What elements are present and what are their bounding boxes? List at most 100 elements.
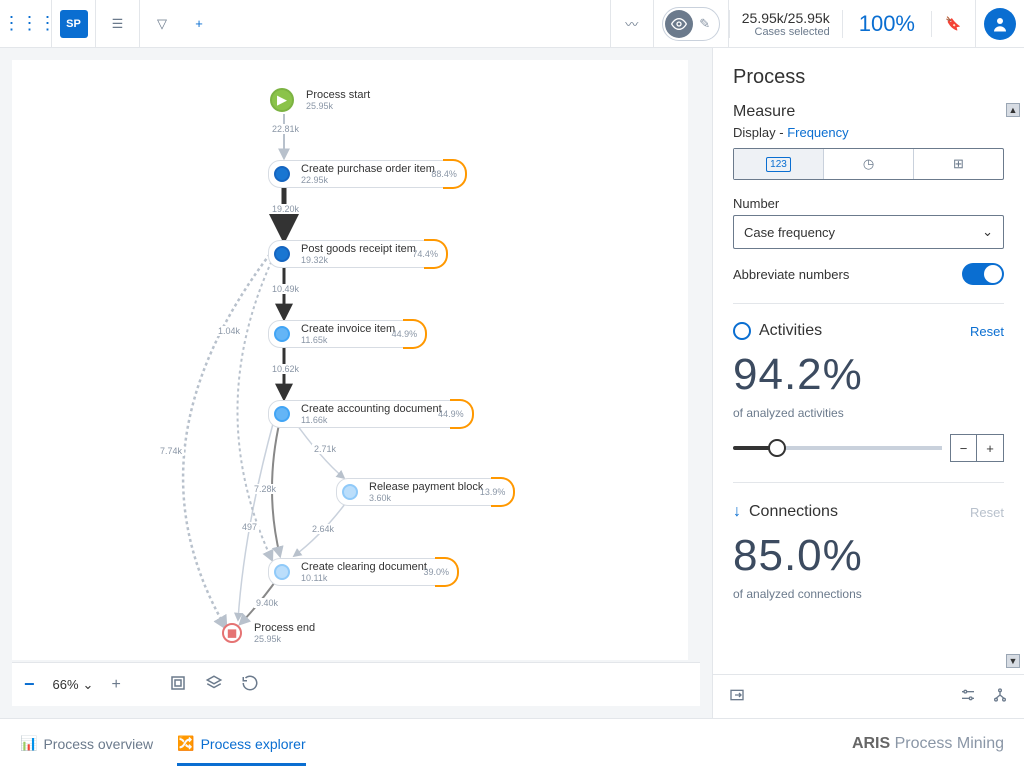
process-canvas[interactable]: ▶ Process start25.95k Create purchase or… — [12, 60, 688, 660]
stop-icon: ◼ — [222, 623, 242, 643]
cases-count: 25.95k/25.95k — [742, 10, 830, 26]
bookmark-icon: 🔖 — [945, 16, 961, 32]
arrow-down-icon: ↓ — [733, 503, 741, 521]
hamburger-icon: ☰ — [112, 16, 124, 32]
node-purchase-order[interactable]: Create purchase order item22.95k88.4% — [274, 160, 466, 188]
node-dot-icon — [274, 326, 290, 342]
edge-label: 10.49k — [270, 284, 301, 294]
node-start[interactable]: ▶ Process start25.95k — [270, 88, 370, 112]
number-icon: 123 — [766, 157, 791, 172]
activities-stepper[interactable]: −+ — [950, 434, 1004, 462]
decrement-button[interactable]: − — [951, 435, 977, 461]
node-accounting-doc[interactable]: Create accounting document11.66k44.9% — [274, 400, 473, 428]
panel-body: ▲ Measure Display - Frequency 123 ◷ ⊞ Nu… — [713, 103, 1024, 674]
node-goods-receipt[interactable]: Post goods receipt item19.32k74.4% — [274, 240, 447, 268]
pencil-icon: ✎ — [693, 12, 717, 36]
main: ▶ Process start25.95k Create purchase or… — [0, 48, 1024, 718]
canvas-toolbar: − 66% ⌄ + — [12, 662, 700, 706]
cases-info: 25.95k/25.95k Cases selected — [729, 10, 843, 38]
sp-badge: SP — [60, 10, 88, 38]
scroll-down-button[interactable]: ▼ — [1006, 654, 1020, 668]
node-payment-block[interactable]: Release payment block3.60k13.9% — [342, 478, 514, 506]
measure-title: Measure — [733, 103, 1004, 121]
chart-icon: 📊 — [20, 735, 37, 752]
topbar: ⋮⋮⋮ SP ☰ ▽ + 〰 ✎ 25.95k/25.95k Cases sel… — [0, 0, 1024, 48]
scroll-up-button[interactable]: ▲ — [1006, 103, 1020, 117]
activities-sub: of analyzed activities — [733, 406, 1004, 420]
edge-label: 7.74k — [158, 446, 184, 456]
clock-icon: ◷ — [863, 156, 874, 172]
apps-button[interactable]: ⋮⋮⋮ — [8, 0, 52, 48]
expand-button[interactable] — [729, 687, 745, 706]
plus-icon: + — [195, 16, 203, 31]
node-dot-icon — [274, 564, 290, 580]
mode-table[interactable]: ⊞ — [914, 149, 1003, 179]
zoom-out-button[interactable]: − — [24, 674, 35, 695]
connections-reset[interactable]: Reset — [970, 505, 1004, 520]
node-end[interactable]: ◼ Process end25.95k — [222, 622, 315, 644]
side-panel: Process ▲ Measure Display - Frequency 12… — [712, 48, 1024, 718]
layers-button[interactable] — [205, 674, 223, 695]
tab-overview[interactable]: 📊Process overview — [20, 721, 153, 766]
funnel-icon: ▽ — [157, 16, 167, 32]
table-icon: ⊞ — [953, 156, 964, 172]
user-avatar[interactable] — [984, 8, 1016, 40]
branding: ARIS Process Mining — [852, 735, 1004, 753]
slider-thumb[interactable] — [768, 439, 786, 457]
cases-label: Cases selected — [742, 26, 830, 38]
increment-button[interactable]: + — [977, 435, 1003, 461]
mode-frequency[interactable]: 123 — [734, 149, 824, 179]
chevron-down-icon: ⌄ — [83, 677, 94, 693]
add-filter-button[interactable]: + — [184, 0, 214, 48]
chevron-down-icon: ⌄ — [982, 224, 993, 240]
hierarchy-button[interactable] — [992, 687, 1008, 706]
number-select[interactable]: Case frequency⌄ — [733, 215, 1004, 249]
play-icon: ▶ — [270, 88, 294, 112]
activities-slider[interactable] — [733, 446, 942, 450]
filter-button[interactable]: ▽ — [140, 0, 184, 48]
abbrev-label: Abbreviate numbers — [733, 267, 849, 282]
abbrev-toggle[interactable] — [962, 263, 1004, 285]
canvas-wrap: ▶ Process start25.95k Create purchase or… — [0, 48, 712, 718]
cases-percent: 100% — [843, 11, 932, 37]
settings-button[interactable] — [960, 687, 976, 706]
zoom-level[interactable]: 66% ⌄ — [53, 677, 94, 693]
tab-explorer[interactable]: 🔀Process explorer — [177, 721, 305, 766]
edge-label: 10.62k — [270, 364, 301, 374]
edge-label: 2.71k — [312, 444, 338, 454]
wave-icon: 〰 — [625, 14, 638, 33]
reset-layout-button[interactable] — [241, 674, 259, 695]
node-dot-icon — [274, 166, 290, 182]
eye-icon — [665, 10, 693, 38]
edge-label: 497 — [240, 522, 259, 532]
grid-icon: ⋮⋮⋮ — [3, 13, 57, 34]
connections-label: Connections — [749, 503, 962, 521]
ring-icon — [733, 322, 751, 340]
fit-screen-button[interactable] — [169, 674, 187, 695]
visibility-toggle[interactable]: ✎ — [654, 0, 729, 48]
edge-label: 7.28k — [252, 484, 278, 494]
analytics-button[interactable]: 〰 — [610, 0, 654, 48]
connections-sub: of analyzed connections — [733, 587, 1004, 601]
node-dot-icon — [274, 406, 290, 422]
connections-pct: 85.0% — [733, 531, 1004, 581]
edge-label: 9.40k — [254, 598, 280, 608]
node-dot-icon — [274, 246, 290, 262]
mode-duration[interactable]: ◷ — [824, 149, 914, 179]
activities-label: Activities — [759, 322, 962, 340]
edge-label: 1.04k — [216, 326, 242, 336]
edge-label: 22.81k — [270, 124, 301, 134]
edge-label: 19.20k — [270, 204, 301, 214]
activities-reset[interactable]: Reset — [970, 324, 1004, 339]
menu-button[interactable]: ☰ — [96, 0, 140, 48]
panel-title: Process — [713, 48, 1024, 103]
workspace-button[interactable]: SP — [52, 0, 96, 48]
node-invoice[interactable]: Create invoice item11.65k44.9% — [274, 320, 426, 348]
zoom-in-button[interactable]: + — [111, 676, 120, 694]
activities-pct: 94.2% — [733, 350, 1004, 400]
tree-icon: 🔀 — [177, 735, 194, 752]
node-clearing-doc[interactable]: Create clearing document10.11k39.0% — [274, 558, 458, 586]
bookmark-button[interactable]: 🔖 — [932, 0, 976, 48]
bottom-tabs: 📊Process overview 🔀Process explorer ARIS… — [0, 718, 1024, 768]
display-mode-segment[interactable]: 123 ◷ ⊞ — [733, 148, 1004, 180]
